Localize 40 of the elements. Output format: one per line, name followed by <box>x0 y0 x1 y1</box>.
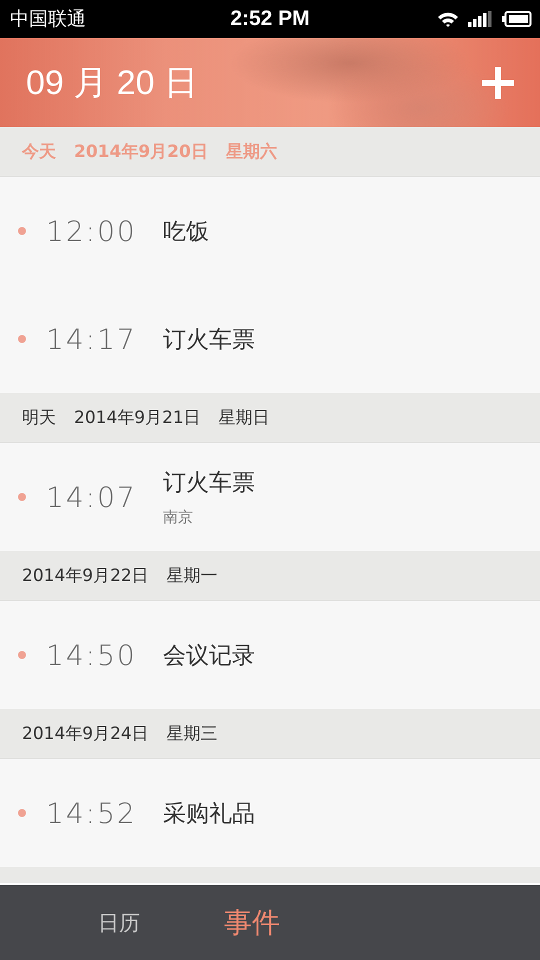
event-title: 吃饭 <box>163 218 209 247</box>
event-row[interactable]: 14:07 订火车票 南京 <box>0 443 540 552</box>
event-location: 南京 <box>163 508 194 528</box>
tab[interactable]: 日历 <box>98 908 140 937</box>
section-date-label: 星期三 <box>166 723 218 746</box>
event-dot <box>18 651 26 660</box>
section-date-label: 2014年9月24日 <box>22 723 149 746</box>
add-button[interactable] <box>482 66 514 99</box>
carrier-name: 中国联通 <box>10 6 86 32</box>
event-time: 14:17 <box>46 322 138 356</box>
event-title: 采购礼品 <box>163 800 255 829</box>
event-time: 14:52 <box>46 796 138 830</box>
section-date-label: 星期日 <box>218 407 270 430</box>
event-title: 会议记录 <box>163 642 255 671</box>
section-date-label: 2014年9月22日 <box>22 565 149 588</box>
tab[interactable]: 事件 <box>224 904 280 942</box>
event-dot <box>18 809 26 818</box>
event-dot <box>18 493 26 502</box>
event-title: 订火车票 <box>163 326 255 355</box>
event-row[interactable]: 12:00 吃饭 <box>0 177 540 286</box>
event-time: 12:00 <box>46 214 138 248</box>
battery-icon <box>502 10 532 27</box>
event-row[interactable]: 14:17 订火车票 <box>0 285 540 394</box>
event-dot <box>18 227 26 236</box>
plus-icon <box>482 66 514 99</box>
signal-icon <box>468 10 494 27</box>
section-date-label: 今天 <box>22 141 56 164</box>
section-date-label: 2014年9月20日 <box>74 141 208 164</box>
event-row[interactable]: 14:50 会议记录 <box>0 601 540 710</box>
event-dot <box>18 335 26 344</box>
event-title: 订火车票 <box>163 469 255 498</box>
status-time: 2:52 PM <box>230 6 310 31</box>
section-date-label: 2014年9月21日 <box>74 407 201 430</box>
event-time: 14:07 <box>46 480 138 514</box>
section-date-label: 明天 <box>22 407 56 430</box>
header-date: 09 月 20 日 <box>26 62 198 104</box>
section-date-label: 星期一 <box>166 565 218 588</box>
section-date-label: 星期六 <box>226 141 277 164</box>
event-row[interactable]: 14:52 采购礼品 <box>0 759 540 868</box>
event-time: 14:50 <box>46 638 138 672</box>
